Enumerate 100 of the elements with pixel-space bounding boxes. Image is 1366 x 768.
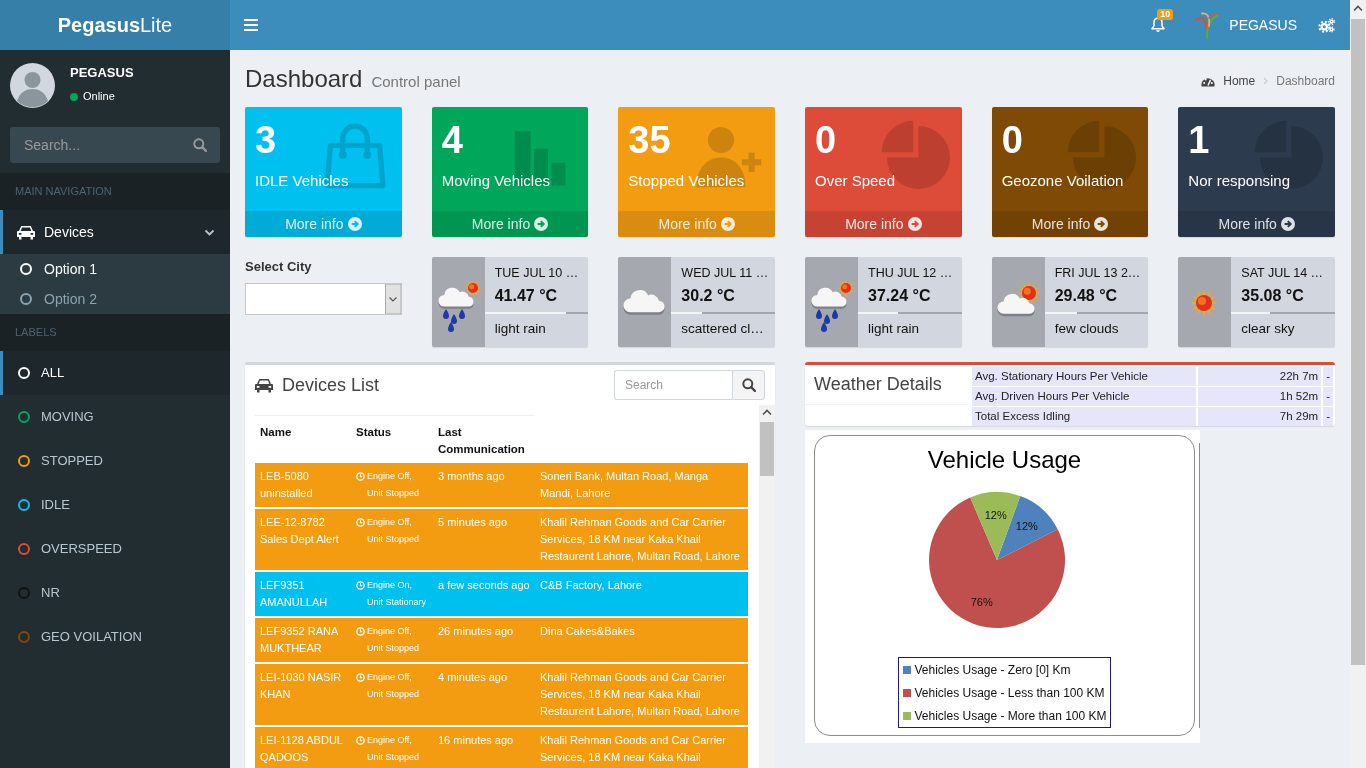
sidebar-label-item[interactable]: NR <box>0 571 230 615</box>
table-cell: 16 minutes ago <box>433 726 535 768</box>
arrow-circle-icon <box>1094 217 1109 231</box>
ring-icon <box>20 293 32 305</box>
device-status: Engine Off, Unit Stopped <box>367 734 421 764</box>
panel-title: Weather Details <box>814 373 942 396</box>
field-label: Select City <box>245 259 312 275</box>
stat-label: Geozone Voilation <box>1001 172 1124 190</box>
arrow-circle-icon <box>720 217 735 231</box>
menu-icon <box>244 19 258 31</box>
table-cell: - <box>1323 387 1333 406</box>
stat-count: 3 <box>255 119 277 161</box>
clock-icon <box>356 581 365 590</box>
stat-count: 0 <box>1001 119 1023 161</box>
legend-swatch-icon <box>903 711 912 720</box>
more-info-link[interactable]: More info <box>618 211 775 237</box>
rain-cloud-icon <box>805 257 858 347</box>
device-status: Engine Off, Unit Stopped <box>367 470 421 500</box>
device-status: Engine Off, Unit Stopped <box>367 671 421 701</box>
sidebar-label-item[interactable]: GEO VOILATION <box>0 615 230 659</box>
sidebar-header: LABELS <box>0 314 230 351</box>
cloud-icon <box>618 257 672 347</box>
sidebar-label-item[interactable]: MOVING <box>0 395 230 439</box>
sidebar-label-item[interactable]: ALL <box>0 351 230 395</box>
arrow-circle-icon <box>347 217 362 231</box>
data-label: 12% <box>1015 520 1038 533</box>
search-icon <box>741 378 756 392</box>
table-cell: - <box>1323 407 1333 426</box>
chart-title: Vehicle Usage <box>927 446 1082 474</box>
more-info-link[interactable]: More info <box>991 211 1149 237</box>
clock-icon <box>356 673 365 682</box>
breadcrumb-separator-icon <box>1263 77 1269 85</box>
sidebar-label-item[interactable]: OVERSPEED <box>0 527 230 571</box>
page-title: Dashboard <box>245 64 363 93</box>
forecast-description: light rain <box>868 320 920 338</box>
forecast-date: THU JUL 12 … <box>868 265 953 281</box>
forecast-temperature: 35.08 °C <box>1241 286 1304 306</box>
sidebar-label-item[interactable]: STOPPED <box>0 439 230 483</box>
breadcrumb-link[interactable]: Home <box>1223 72 1256 90</box>
sidebar-label-item[interactable]: IDLE <box>0 483 230 527</box>
submenu-item[interactable]: Option 1 <box>0 254 230 284</box>
forecast-description: few clouds <box>1054 320 1119 338</box>
table-cell: Avg. Driven Hours Per Vehicle <box>972 387 1196 406</box>
user-menu[interactable]: PEGASUS <box>1180 0 1312 50</box>
status-dot-icon <box>70 92 78 101</box>
legend-label: Vehicles Usage - More than 100 KM <box>914 707 1107 725</box>
rain-cloud-icon <box>431 257 485 347</box>
clock-icon <box>356 518 365 527</box>
table-cell: 7h 29m <box>1197 407 1322 426</box>
search-button[interactable] <box>732 370 765 400</box>
arrow-circle-icon <box>907 217 922 231</box>
dashboard-gauge-icon <box>1201 75 1216 87</box>
table-cell: Avg. Stationary Hours Per Vehicle <box>972 367 1196 386</box>
scrollbar-thumb[interactable] <box>1351 19 1365 665</box>
more-info-link[interactable]: More info <box>1178 211 1335 237</box>
forecast-date: SAT JUL 14 … <box>1241 265 1324 281</box>
user-status: Online <box>83 89 115 105</box>
forecast-date: FRI JUL 13 2… <box>1054 265 1141 281</box>
device-status: Engine On, Unit Stationary <box>367 579 428 609</box>
device-status: Engine Off, Unit Stopped <box>367 625 421 655</box>
breadcrumb-current: Dashboard <box>1276 73 1335 90</box>
forecast-date: TUE JUL 10 … <box>494 265 579 281</box>
stat-label: IDLE Vehicles <box>255 172 349 190</box>
clock-icon <box>356 472 365 481</box>
forecast-temperature: 30.2 °C <box>681 286 735 306</box>
table-cell: 1h 52m <box>1197 387 1322 406</box>
caret-icon <box>384 284 401 314</box>
table-cell: LEI-1128 ABDUL QADOOS <box>255 726 351 768</box>
submenu-item[interactable]: Option 2 <box>0 284 230 314</box>
sun-icon <box>1178 257 1232 347</box>
car-icon <box>17 224 35 240</box>
sidebar-header: MAIN NAVIGATION <box>0 173 230 210</box>
table-cell: - <box>1323 367 1333 386</box>
page-subtitle: Control panel <box>371 71 461 92</box>
table-cell: Total Excess Idling <box>972 407 1196 426</box>
more-info-link[interactable]: More info <box>431 211 589 237</box>
more-info-link[interactable]: More info <box>245 211 402 237</box>
clock-icon <box>356 627 365 636</box>
table-cell: 22h 7m <box>1197 367 1322 386</box>
search-field[interactable]: Search <box>614 370 732 400</box>
scrollbar-thumb[interactable] <box>760 422 774 476</box>
stat-label: Nor responsing <box>1188 172 1291 190</box>
cloud-sun-icon <box>991 257 1045 347</box>
more-info-link[interactable]: More info <box>805 211 962 237</box>
brand-logo[interactable]: PegasusLite <box>57 13 173 37</box>
forecast-temperature: 37.24 °C <box>868 286 931 306</box>
notification-badge: 10 <box>1157 9 1174 20</box>
search-field[interactable]: Search... <box>10 127 180 163</box>
stat-label: Over Speed <box>815 172 896 190</box>
legend-swatch-icon <box>903 665 912 674</box>
clock-icon <box>356 736 365 745</box>
table-cell: Khalil Rehman Goods and Car Carrier Services, 18 KM near Kaka Khail <box>535 726 748 768</box>
data-label: 76% <box>970 596 993 609</box>
stat-count: 35 <box>628 119 671 161</box>
forecast-description: scattered cl… <box>681 320 764 338</box>
sidebar-menu-item[interactable]: Devices <box>0 210 230 254</box>
forecast-temperature: 41.47 °C <box>494 286 558 306</box>
stat-label: Moving Vehicles <box>441 172 551 190</box>
car-icon <box>255 377 273 393</box>
logo-icon <box>1195 11 1220 39</box>
